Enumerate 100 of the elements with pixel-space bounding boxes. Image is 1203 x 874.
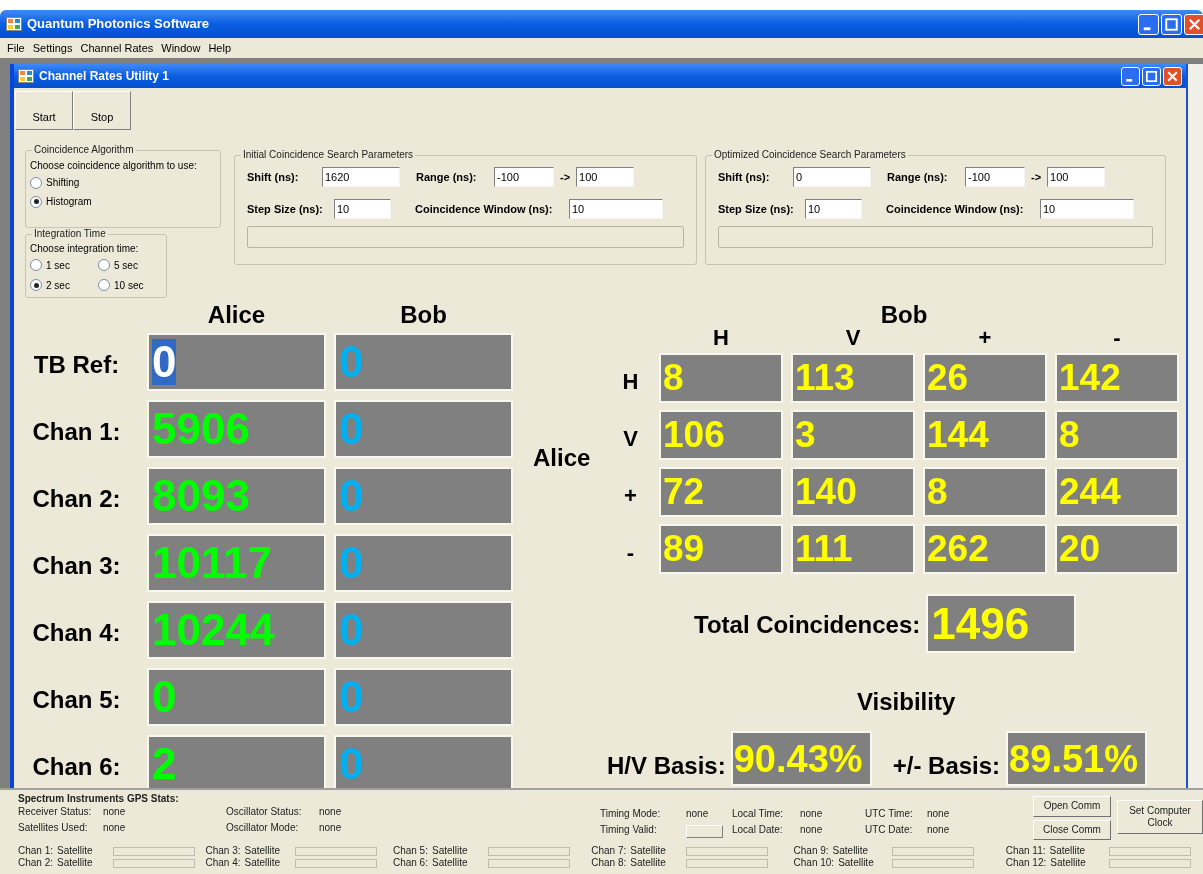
field-label: Timing Mode: <box>600 807 662 820</box>
app-icon <box>18 69 34 83</box>
input-field[interactable]: -100 <box>965 167 1025 187</box>
count-value: 106 <box>663 415 725 455</box>
count-value: 244 <box>1059 472 1121 512</box>
channel-label: Chan 6: <box>392 857 428 869</box>
radio-button[interactable] <box>30 176 42 189</box>
minimize-icon[interactable] <box>1138 13 1159 35</box>
channel-label: Chan 4: <box>205 857 241 869</box>
channel-status: Satellite <box>832 845 869 857</box>
menu-item[interactable]: Settings <box>28 39 77 57</box>
field-value: none <box>319 821 342 834</box>
menu-item[interactable]: File <box>3 39 29 57</box>
radio-label[interactable]: 2 sec <box>46 277 70 293</box>
column-header: Alice <box>207 302 266 327</box>
count-value: 0 <box>339 741 364 787</box>
field-label: Receiver Status: <box>18 805 93 818</box>
count-value: 140 <box>795 472 857 512</box>
field-label: Coincidence Window (ns): <box>415 201 554 217</box>
field-value: none <box>319 805 342 818</box>
channel-status: Satellite <box>244 857 281 869</box>
channel-status: Satellite <box>57 857 93 869</box>
field-value: none <box>800 807 823 820</box>
group-header: Alice <box>533 442 591 473</box>
basis-label: +/- Basis: <box>892 750 1001 781</box>
maximize-icon[interactable] <box>1142 66 1161 86</box>
row-label: Chan 2: <box>32 484 121 514</box>
menu-item[interactable]: Help <box>204 39 235 57</box>
radio-label[interactable]: 10 sec <box>114 277 144 293</box>
input-field[interactable]: 1620 <box>322 167 400 187</box>
radio-button[interactable] <box>30 259 42 272</box>
count-value: 2 <box>152 741 177 787</box>
radio-label[interactable]: Histogram <box>46 194 92 209</box>
row-label: Chan 4: <box>32 618 121 648</box>
field-label: UTC Date: <box>865 823 914 836</box>
field-label: Step Size (ns): <box>718 201 795 217</box>
arrow-text: -> <box>560 169 571 185</box>
menu-item[interactable]: Window <box>157 39 205 57</box>
channel-label: Chan 2: <box>18 857 54 869</box>
close-icon[interactable] <box>1163 66 1182 86</box>
maximize-icon[interactable] <box>1161 13 1182 35</box>
column-header: V <box>845 327 861 349</box>
input-field[interactable]: 0 <box>793 167 871 187</box>
visibility-value: 89.51% <box>1009 738 1138 779</box>
group-header: Bob <box>880 302 928 327</box>
count-value: 20 <box>1059 529 1101 569</box>
field-label: Oscillator Mode: <box>226 821 300 834</box>
panel-title: Spectrum Instruments GPS Stats: <box>18 793 180 805</box>
group-title: Optimized Coincidence Search Parameters <box>712 149 908 161</box>
field-label: Coincidence Window (ns): <box>886 201 1025 217</box>
input-field[interactable]: 100 <box>576 167 635 187</box>
menu-item[interactable]: Channel Rates <box>76 39 158 57</box>
input-field[interactable]: 10 <box>1040 199 1134 219</box>
count-value: 0 <box>339 473 364 519</box>
button[interactable]: Set Computer Clock <box>1117 800 1203 834</box>
input-field[interactable]: 10 <box>569 199 663 219</box>
radio-label[interactable]: 1 sec <box>46 257 70 273</box>
minimize-icon[interactable] <box>1121 66 1140 86</box>
arrow-text: -> <box>1031 169 1042 185</box>
input-field[interactable]: 10 <box>334 199 391 219</box>
close-icon[interactable] <box>1184 13 1203 35</box>
count-value: 10244 <box>152 607 275 653</box>
button[interactable]: Start <box>15 91 73 130</box>
channel-status: Satellite <box>431 857 468 869</box>
total-value: 1496 <box>931 600 1030 647</box>
field-value: none <box>800 823 823 836</box>
radio-label[interactable]: Shifting <box>46 175 80 190</box>
row-label: TB Ref: <box>33 350 120 380</box>
count-value: 3 <box>795 415 816 455</box>
field-label: Step Size (ns): <box>247 201 324 217</box>
count-value: 72 <box>663 472 705 512</box>
channel-status: Satellite <box>57 845 93 857</box>
row-label: Chan 6: <box>32 752 121 782</box>
total-label: Total Coincidences: <box>694 610 921 640</box>
radio-button[interactable] <box>98 279 110 292</box>
radio-button[interactable] <box>98 259 110 272</box>
input-field[interactable]: 10 <box>805 199 862 219</box>
count-value: 0 <box>152 339 177 385</box>
channel-status: Satellite <box>431 845 468 857</box>
input-field[interactable]: -100 <box>494 167 554 187</box>
radio-button[interactable] <box>30 195 42 208</box>
count-value: 8 <box>927 472 948 512</box>
row-label: H <box>622 367 639 396</box>
input-field[interactable]: 100 <box>1047 167 1106 187</box>
count-value: 26 <box>927 358 969 398</box>
field-value: none <box>686 807 709 820</box>
button[interactable]: Close Comm <box>1033 819 1111 840</box>
count-value: 144 <box>927 415 989 455</box>
count-value: 262 <box>927 529 989 569</box>
count-value: 8093 <box>152 473 250 519</box>
field-label: Range (ns): <box>416 169 478 185</box>
column-header: Bob <box>400 302 447 327</box>
count-value: 111 <box>795 529 853 569</box>
channel-status: Satellite <box>1050 857 1086 869</box>
channel-status: Satellite <box>1049 845 1086 857</box>
button[interactable]: Open Comm <box>1033 796 1111 817</box>
radio-label[interactable]: 5 sec <box>114 257 138 273</box>
row-label: Chan 1: <box>32 417 121 447</box>
radio-button[interactable] <box>30 279 42 292</box>
button[interactable]: Stop <box>73 91 131 130</box>
